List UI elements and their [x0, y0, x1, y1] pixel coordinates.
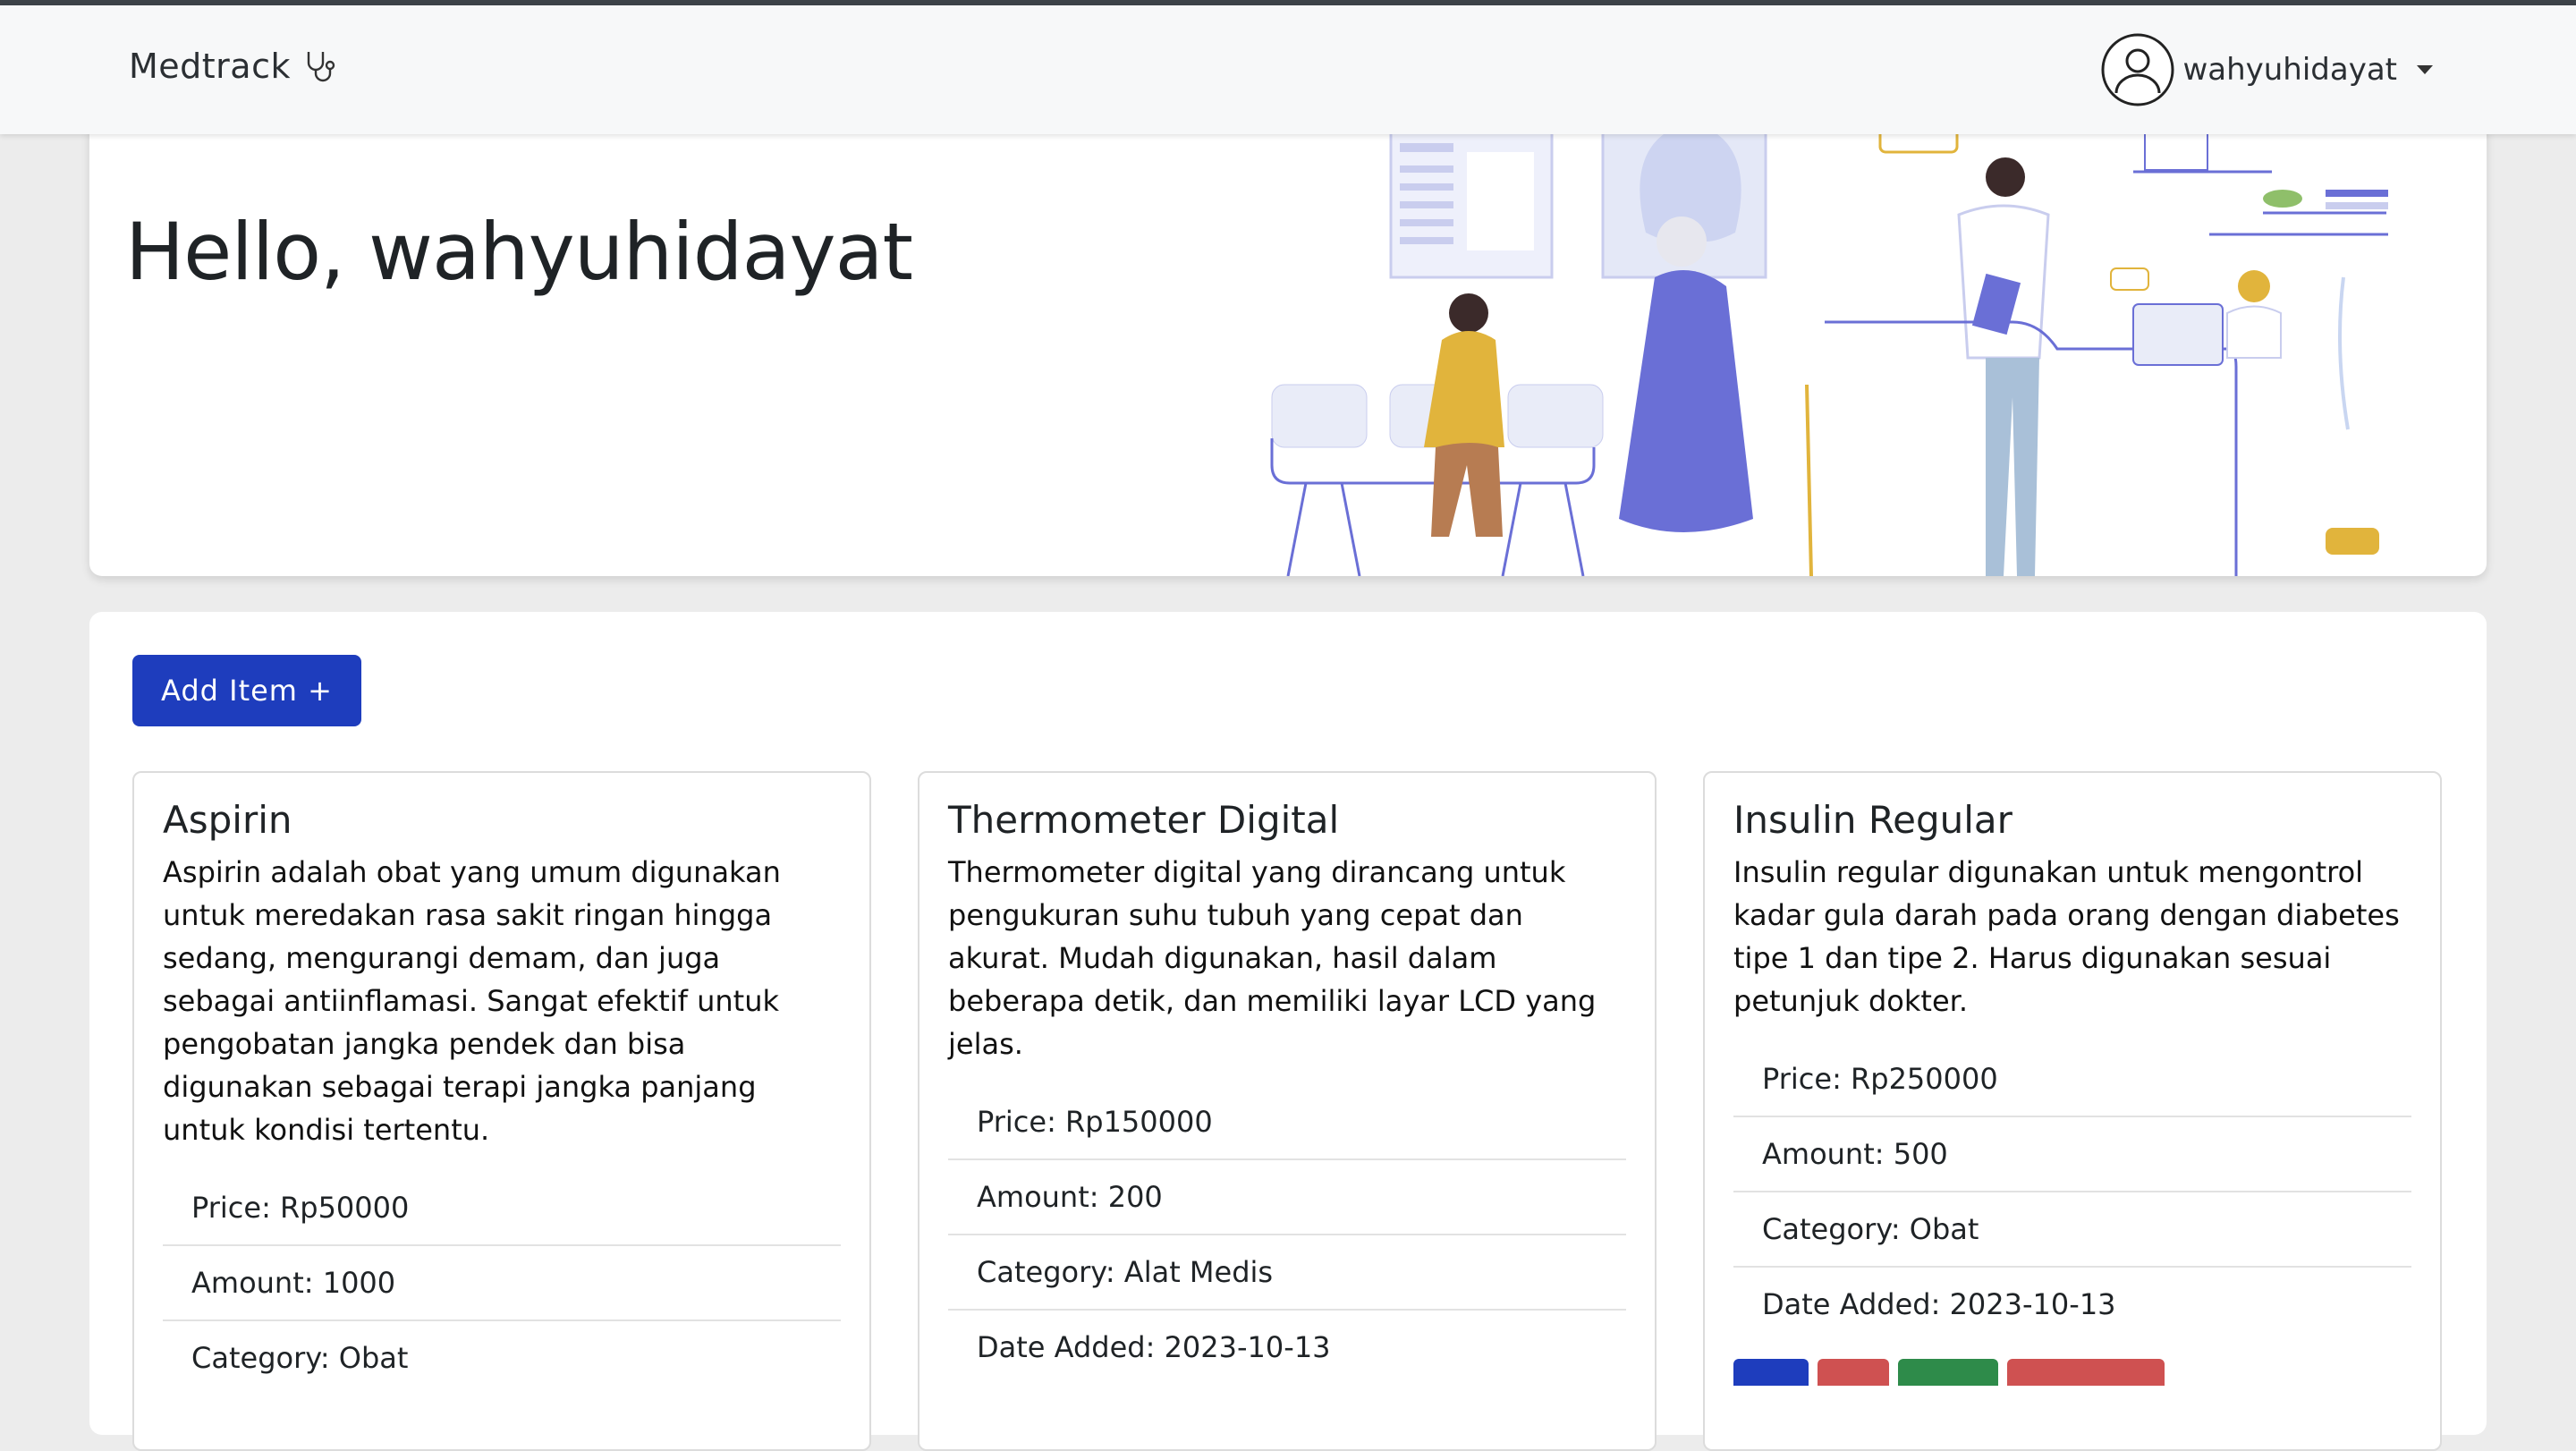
item-price: Price: Rp250000 — [1733, 1042, 2411, 1117]
item-date-added: Date Added: 2023-10-13 — [977, 1330, 1331, 1364]
item-name: Aspirin — [163, 798, 292, 842]
item-name: Insulin Regular — [1733, 798, 2012, 842]
brand-name: Medtrack — [129, 47, 291, 86]
edit-button[interactable] — [1898, 1359, 1998, 1386]
clinic-illustration — [1270, 116, 2388, 576]
item-card: Thermometer Digital Thermometer digital … — [918, 771, 1657, 1451]
item-price: Price: Rp50000 — [163, 1171, 841, 1246]
item-description: Insulin regular digunakan untuk mengontr… — [1733, 855, 2400, 1018]
item-name: Thermometer Digital — [948, 798, 1340, 842]
hero-banner: Hello, wahyuhidayat — [89, 116, 2487, 576]
increment-button[interactable] — [1733, 1359, 1809, 1386]
item-details-list: Price: Rp50000 Amount: 1000 Category: Ob… — [163, 1171, 841, 1395]
user-menu-toggle[interactable]: wahyuhidayat — [2100, 32, 2433, 107]
stethoscope-icon — [307, 52, 335, 82]
item-description: Thermometer digital yang dirancang untuk… — [948, 855, 1597, 1061]
item-card: Insulin Regular Insulin regular digunaka… — [1703, 771, 2442, 1451]
item-details-list: Price: Rp250000 Amount: 500 Category: Ob… — [1733, 1042, 2411, 1341]
item-amount: Amount: 200 — [948, 1160, 1626, 1235]
inventory-panel: Add Item + Aspirin Aspirin adalah obat y… — [89, 612, 2487, 1451]
item-category: Category: Obat — [1733, 1192, 2411, 1268]
user-avatar-icon — [2101, 33, 2174, 106]
item-details-list: Price: Rp150000 Amount: 200 Category: Al… — [948, 1085, 1626, 1384]
item-category: Category: Alat Medis — [948, 1235, 1626, 1311]
brand[interactable]: Medtrack — [129, 47, 339, 86]
item-actions — [1733, 1359, 2411, 1386]
navbar: Medtrack wahyuhidayat — [0, 5, 2576, 134]
item-card: Aspirin Aspirin adalah obat yang umum di… — [132, 771, 871, 1451]
username: wahyuhidayat — [2182, 52, 2397, 88]
decrement-button[interactable] — [1818, 1359, 1889, 1386]
chevron-down-icon — [2417, 65, 2433, 74]
item-description: Aspirin adalah obat yang umum digunakan … — [163, 855, 781, 1147]
item-amount: Amount: 500 — [1733, 1117, 2411, 1192]
item-amount: Amount: 1000 — [163, 1246, 841, 1321]
delete-button[interactable] — [2007, 1359, 2165, 1386]
greeting-heading: Hello, wahyuhidayat — [125, 206, 913, 298]
item-category: Category: Obat — [191, 1341, 409, 1375]
item-date-added: Date Added: 2023-10-13 — [1762, 1287, 2116, 1321]
add-item-button[interactable]: Add Item + — [132, 655, 361, 726]
item-price: Price: Rp150000 — [948, 1085, 1626, 1160]
